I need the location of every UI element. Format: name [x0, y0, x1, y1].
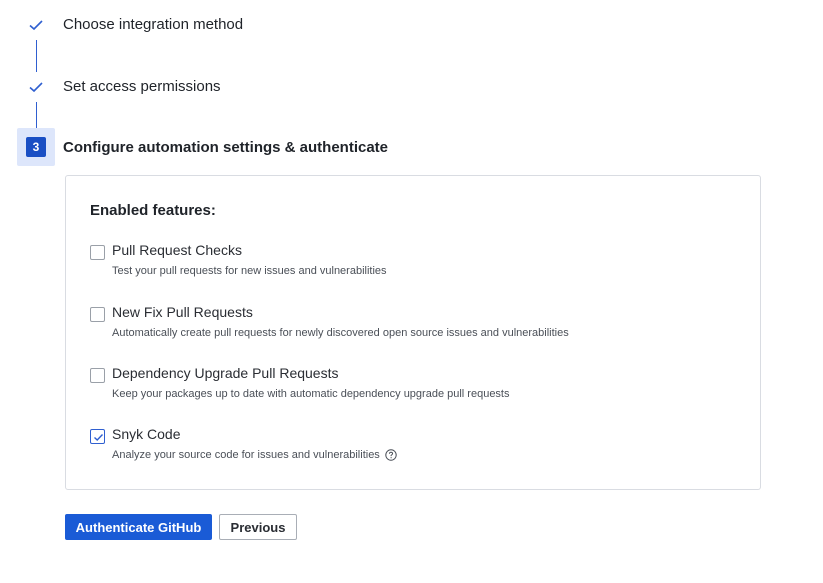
feature-description-text: Test your pull requests for new issues a… [112, 265, 387, 277]
step-number: 3 [26, 137, 46, 157]
new-fix-pull-requests-checkbox[interactable] [90, 307, 105, 322]
step-3-title: Configure automation settings & authenti… [63, 139, 389, 156]
feature-description: Analyze your source code for issues and … [112, 449, 397, 461]
dependency-upgrade-checkbox[interactable] [90, 368, 105, 383]
step-1-title: Choose integration method [63, 16, 244, 33]
feature-description-text: Keep your packages up to date with autom… [112, 388, 510, 400]
feature-label[interactable]: Dependency Upgrade Pull Requests [112, 365, 338, 381]
feature-description-text: Automatically create pull requests for n… [112, 327, 569, 339]
checkmark-icon [94, 434, 104, 441]
previous-button[interactable]: Previous [219, 514, 297, 540]
feature-description: Automatically create pull requests for n… [112, 327, 569, 339]
help-circle-icon[interactable] [385, 449, 397, 461]
step-3-indicator: 3 [17, 128, 55, 166]
snyk-code-checkbox[interactable] [90, 429, 105, 444]
panel-heading: Enabled features: [90, 202, 216, 219]
feature-label[interactable]: Snyk Code [112, 426, 180, 442]
feature-description: Keep your packages up to date with autom… [112, 388, 510, 400]
check-icon [29, 20, 43, 31]
step-connector [36, 102, 37, 128]
feature-label[interactable]: New Fix Pull Requests [112, 304, 253, 320]
feature-label[interactable]: Pull Request Checks [112, 242, 242, 258]
check-icon [29, 82, 43, 93]
pull-request-checks-checkbox[interactable] [90, 245, 105, 260]
step-connector [36, 40, 37, 72]
feature-description: Test your pull requests for new issues a… [112, 265, 387, 277]
feature-description-text: Analyze your source code for issues and … [112, 449, 380, 461]
step-2-title: Set access permissions [63, 78, 221, 95]
authenticate-github-button[interactable]: Authenticate GitHub [65, 514, 212, 540]
automation-settings-panel: Enabled features: Pull Request Checks Te… [65, 175, 761, 490]
